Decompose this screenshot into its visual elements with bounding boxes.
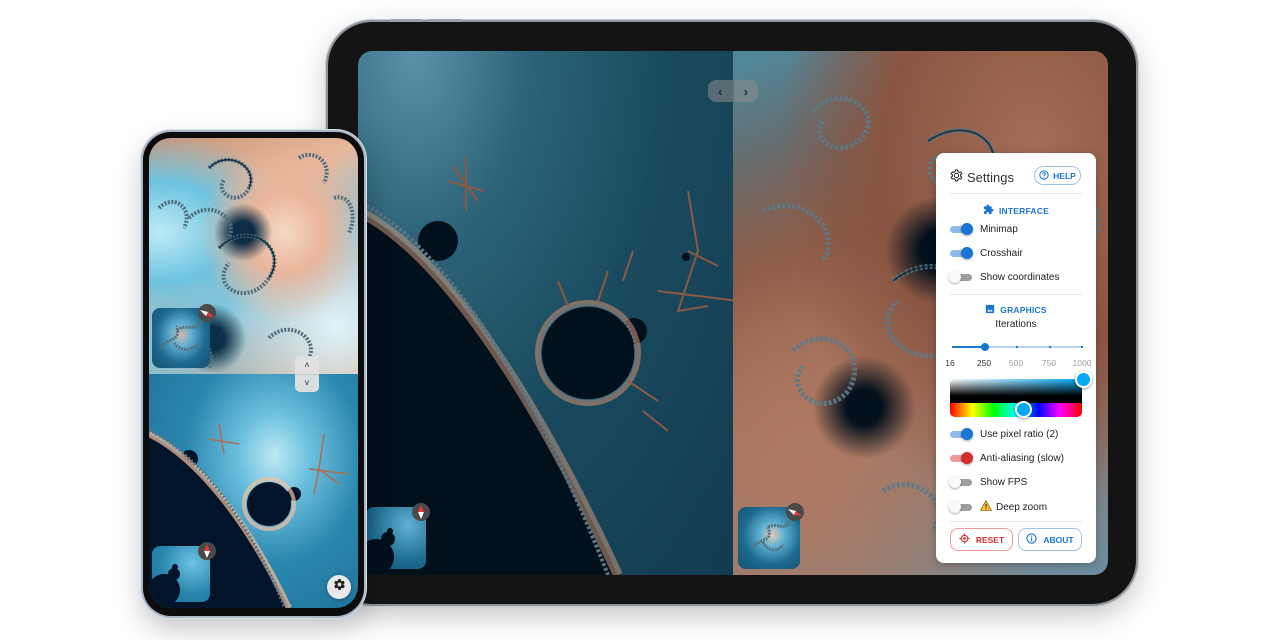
toggle-label: Show FPS xyxy=(980,476,1028,488)
mandelbrot-view-bottom[interactable] xyxy=(149,374,358,608)
warning-icon xyxy=(979,499,993,514)
minimap-toggle-row[interactable]: Minimap xyxy=(950,223,1018,235)
show-fps-toggle[interactable] xyxy=(949,476,972,488)
help-label: HELP xyxy=(1053,170,1076,181)
anti-aliasing-toggle[interactable] xyxy=(950,452,973,464)
image-icon xyxy=(985,304,995,316)
settings-header: Settings xyxy=(950,169,1014,185)
slider-tick xyxy=(1048,346,1051,348)
slider-mark: 16 xyxy=(945,358,955,368)
graphics-section-label: GRAPHICS xyxy=(1000,305,1047,315)
iterations-label: Iterations xyxy=(995,319,1037,330)
interface-section-label: INTERFACE xyxy=(999,205,1049,216)
mandelbrot-view-left[interactable] xyxy=(358,51,733,575)
about-label: ABOUT xyxy=(1043,534,1074,545)
tablet-volume-button xyxy=(428,19,462,22)
graphics-section-title: GRAPHICS xyxy=(936,304,1096,316)
compass-icon[interactable] xyxy=(786,503,804,521)
saturation-value-area[interactable] xyxy=(950,379,1082,403)
divider xyxy=(950,193,1082,194)
color-picker[interactable] xyxy=(950,371,1092,418)
toggle-label: Minimap xyxy=(980,223,1018,235)
slider-tick xyxy=(1016,346,1018,348)
fps-toggle-row[interactable]: Show FPS xyxy=(949,476,1028,488)
toggle-label: Deep zoom xyxy=(996,501,1048,513)
compass-icon[interactable] xyxy=(412,503,430,521)
saturation-handle[interactable] xyxy=(1075,371,1092,388)
slider-thumb[interactable] xyxy=(980,343,989,351)
info-icon xyxy=(1026,533,1038,546)
reset-button[interactable]: RESET xyxy=(950,528,1013,551)
deep-zoom-toggle-row[interactable]: Deep zoom xyxy=(949,499,1048,514)
iterations-marks: 16 250 500 750 1000 xyxy=(936,358,1096,370)
settings-button[interactable] xyxy=(327,575,351,599)
crosshair-toggle-row[interactable]: Crosshair xyxy=(950,247,1023,259)
up-button[interactable]: ˄ xyxy=(295,356,319,374)
down-button[interactable]: ˅ xyxy=(295,373,319,393)
slider-mark: 250 xyxy=(976,358,992,368)
tablet-volume-button xyxy=(390,19,422,22)
puzzle-icon xyxy=(983,204,994,217)
minimap-toggle[interactable] xyxy=(950,223,973,235)
tablet-device: ‹ › Settings HELP INTERFACE Minimap Cros… xyxy=(328,19,1136,604)
pixel-ratio-toggle-row[interactable]: Use pixel ratio (2) xyxy=(950,428,1058,440)
tablet-screen: ‹ › Settings HELP INTERFACE Minimap Cros… xyxy=(358,51,1108,575)
iterations-slider[interactable] xyxy=(952,343,1083,351)
compass-icon[interactable] xyxy=(198,304,216,322)
slider-tick xyxy=(1081,346,1083,348)
target-icon xyxy=(959,533,970,546)
next-button[interactable]: › xyxy=(732,80,759,102)
slider-fill xyxy=(952,346,985,348)
split-view-nav: ‹ › xyxy=(708,80,758,102)
gear-icon xyxy=(333,578,346,596)
phone-device: ˄ ˅ xyxy=(143,132,364,616)
about-button[interactable]: ABOUT xyxy=(1018,528,1082,551)
settings-panel: Settings HELP INTERFACE Minimap Crosshai… xyxy=(936,153,1096,563)
toggle-label: Show coordinates xyxy=(980,271,1060,283)
coordinates-toggle-row[interactable]: Show coordinates xyxy=(949,271,1060,283)
fractal-render xyxy=(358,156,733,575)
toggle-label: Anti-aliasing (slow) xyxy=(980,452,1064,464)
crosshair-toggle[interactable] xyxy=(950,247,973,259)
pixel-ratio-toggle[interactable] xyxy=(950,428,973,440)
settings-title: Settings xyxy=(967,169,1014,185)
toggle-label: Crosshair xyxy=(980,247,1023,259)
hue-handle[interactable] xyxy=(1014,401,1032,418)
reset-label: RESET xyxy=(975,534,1005,545)
gear-icon xyxy=(950,169,963,185)
show-coordinates-toggle[interactable] xyxy=(949,271,972,283)
slider-mark: 500 xyxy=(1008,358,1024,368)
toggle-label: Use pixel ratio (2) xyxy=(980,428,1059,440)
julia-view-top[interactable] xyxy=(149,138,358,374)
anti-aliasing-toggle-row[interactable]: Anti-aliasing (slow) xyxy=(950,452,1064,464)
interface-section-title: INTERFACE xyxy=(936,204,1096,217)
slider-mark: 1000 xyxy=(1072,358,1092,368)
prev-button[interactable]: ‹ xyxy=(708,80,733,102)
split-view-nav: ˄ ˅ xyxy=(295,356,319,392)
divider xyxy=(950,521,1082,522)
phone-screen: ˄ ˅ xyxy=(149,138,358,608)
compass-icon[interactable] xyxy=(198,542,216,560)
slider-mark: 750 xyxy=(1041,358,1057,368)
help-button[interactable]: HELP xyxy=(1034,166,1081,185)
deep-zoom-toggle[interactable] xyxy=(949,501,972,513)
divider xyxy=(950,294,1082,295)
help-icon xyxy=(1039,169,1049,182)
